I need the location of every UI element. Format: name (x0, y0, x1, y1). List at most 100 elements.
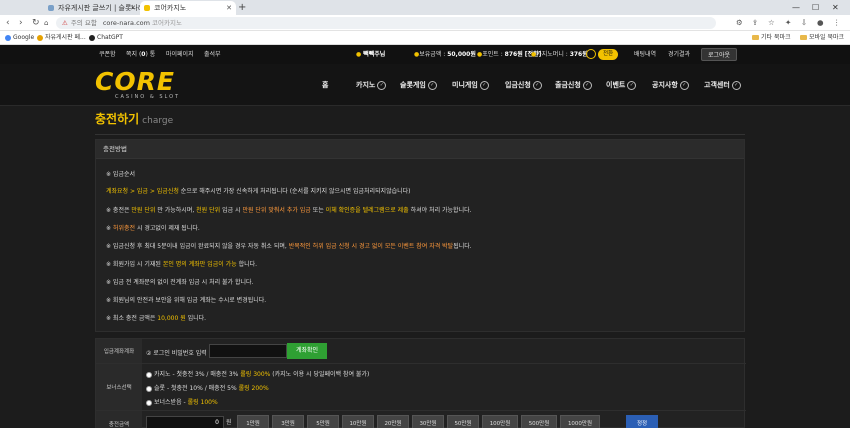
bonus-row: 보너스선택 카지노 - 첫충전 3% / 매충전 3% 롤링 300% (카지노… (96, 364, 746, 411)
profile-icon[interactable]: ● (817, 17, 824, 29)
check-account-button[interactable]: 계좌확인 (287, 343, 327, 359)
chevron-down-icon: ✓ (377, 80, 387, 90)
new-tab-icon[interactable]: + (238, 0, 246, 15)
chevron-down-icon: ✓ (427, 80, 437, 90)
message-link[interactable]: 쪽지 (0) 통 (126, 45, 155, 64)
folder-icon (800, 35, 807, 40)
home-icon[interactable]: ⌂ (44, 16, 48, 30)
chevron-down-icon: ✓ (731, 80, 741, 90)
bookmark-folder[interactable]: 모바일 북마크 (800, 31, 844, 45)
translate-icon[interactable]: ⚙ (736, 17, 743, 29)
page-title: 충전하기 charge (95, 112, 174, 126)
menu-notice[interactable]: 공지사항 ✓ (652, 64, 689, 106)
divider (95, 134, 745, 135)
bonus-option-slot[interactable]: 슬롯 - 첫충전 10% / 매충전 5% 롤링 200% (146, 383, 269, 392)
menu-withdraw[interactable]: 출금신청 ✓ (555, 64, 592, 106)
coupon-link[interactable]: 쿠폰함 (99, 45, 116, 64)
extensions-icon[interactable]: ✦ (785, 17, 791, 29)
amount-input[interactable]: 0 (146, 416, 224, 428)
amount-row: 충전금액 0 원 1만원 3만원 5만원 10만원 20만원 30만원 50만원… (96, 411, 746, 428)
amount-button-1m[interactable]: 100만원 (482, 415, 518, 428)
folder-icon (752, 35, 759, 40)
site-logo[interactable]: CORE CASINO & SLOT (95, 69, 180, 100)
url-input[interactable]: ⚠ 주의 요함 core-nara.com 코어카지노 (56, 17, 716, 29)
chevron-down-icon: ✓ (679, 80, 689, 90)
account-label: 입금계좌계좌 (96, 339, 142, 363)
bonus-option-none[interactable]: 보너스받음 - 롤링 100% (146, 397, 218, 406)
info-line: ※ 회원가입 시 기재된 본인 명의 계좌만 입금이 가능 합니다. (106, 261, 258, 268)
password-input[interactable] (209, 344, 287, 358)
amount-button-100k[interactable]: 10만원 (342, 415, 374, 428)
user-icon: ● (356, 51, 362, 58)
menu-casino[interactable]: 카지노 ✓ (356, 64, 387, 106)
menu-slot[interactable]: 슬롯게임 ✓ (400, 64, 437, 106)
bonus-option-casino[interactable]: 카지노 - 첫충전 3% / 매충전 3% 롤링 300% (카지노 이용 시 … (146, 369, 369, 378)
bookmark-item[interactable]: 자유게시판 페... (36, 31, 86, 45)
site-top-bar: 쿠폰함 쪽지 (0) 통 마이페이지 출석부 ● 빽빽주님 ●보유금액 : 50… (0, 45, 850, 64)
refresh-icon[interactable] (586, 49, 596, 59)
close-tab-icon[interactable]: ✕ (226, 1, 232, 15)
amount-button-10k[interactable]: 1만원 (237, 415, 269, 428)
bookmark-folder[interactable]: 기타 북마크 (752, 31, 791, 45)
menu-home[interactable]: 홈 (322, 64, 328, 106)
radio-button[interactable] (146, 371, 152, 378)
user-name: ● 빽빽주님 (356, 51, 386, 58)
back-icon[interactable]: ‹ (6, 16, 10, 30)
info-line: ※ 최소 충전 금액은 10,000 원 입니다. (106, 315, 207, 322)
amount-button-200k[interactable]: 20만원 (377, 415, 409, 428)
panel-header: 충전방법 (96, 140, 744, 159)
share-icon[interactable]: ⇪ (752, 17, 758, 29)
password-prompt: ② 로그인 비밀번호 입력 (146, 350, 207, 357)
browser-tab[interactable]: 자유게시판 글쓰기 | 슬롯나라 ✕ (44, 1, 140, 15)
forward-icon[interactable]: › (19, 16, 23, 30)
convert-button[interactable]: 전환 (598, 49, 619, 60)
logout-button[interactable]: 로그아웃 (701, 48, 738, 61)
site-header: CORE CASINO & SLOT 홈 카지노 ✓ 슬롯게임 ✓ 미니게임 ✓ 입금… (0, 64, 850, 106)
favicon-icon (48, 5, 54, 11)
menu-deposit[interactable]: 입금신청 ✓ (505, 64, 542, 106)
amount-button-500k[interactable]: 50만원 (447, 415, 479, 428)
close-window-icon[interactable]: ✕ (832, 0, 839, 15)
reload-icon[interactable]: ↻ (32, 16, 40, 30)
mypage-link[interactable]: 마이페이지 (166, 45, 194, 64)
amount-button-5m[interactable]: 500만원 (521, 415, 557, 428)
address-bar: ‹ › ↻ ⌂ ⚠ 주의 요함 core-nara.com 코어카지노 ⚙ ⇪ ☆ … (0, 15, 850, 31)
bookmarks-bar: Google 자유게시판 페... ChatGPT 기타 북마크 모바일 북마크 (0, 31, 850, 45)
game-results-link[interactable]: 경기결과 (668, 45, 690, 64)
info-line: ※ 충전은 만원 단위 만 가능하시며, 천원 단위 입금 시 만원 단위 맞춰… (106, 207, 472, 214)
warning-icon: ⚠ (62, 19, 68, 27)
favicon-icon (144, 5, 150, 11)
attendance-link[interactable]: 출석부 (204, 45, 221, 64)
more-icon[interactable]: ⋮ (833, 17, 841, 29)
account-row: 입금계좌계좌 ② 로그인 비밀번호 입력 계좌확인 (96, 339, 746, 364)
minimize-icon[interactable]: — (792, 0, 800, 15)
bookmark-item[interactable]: Google (4, 31, 34, 45)
reset-amount-button[interactable]: 정정 (626, 415, 658, 428)
google-icon (5, 35, 11, 41)
radio-button[interactable] (146, 399, 152, 406)
menu-minigame[interactable]: 미니게임 ✓ (452, 64, 489, 106)
bet-history-link[interactable]: 배팅내역 (634, 45, 656, 64)
menu-event[interactable]: 이벤트 ✓ (606, 64, 637, 106)
download-icon[interactable]: ⇩ (801, 17, 807, 29)
browser-tab-active[interactable]: 코어카지노 ✕ (140, 1, 236, 15)
radio-button[interactable] (146, 385, 152, 392)
menu-support[interactable]: 고객센터 ✓ (704, 64, 741, 106)
amount-label: 충전금액 (96, 411, 142, 428)
amount-button-300k[interactable]: 30만원 (412, 415, 444, 428)
balance: ●보유금액 : 50,000원 (414, 51, 476, 58)
close-tab-icon[interactable]: ✕ (130, 1, 136, 15)
amount-button-50k[interactable]: 5만원 (307, 415, 339, 428)
amount-button-10m[interactable]: 1000만원 (560, 415, 600, 428)
amount-button-30k[interactable]: 3만원 (272, 415, 304, 428)
chevron-down-icon: ✓ (479, 80, 489, 90)
bookmark-star-icon[interactable]: ☆ (768, 17, 775, 29)
info-line: ※ 회원님의 안전과 보안을 위해 입금 계좌는 수시로 변경됩니다. (106, 297, 267, 304)
charge-info-panel: 충전방법 ※ 입금순서 계좌요청 > 입금 > 입금신청 순으로 해주시면 가장… (95, 139, 745, 332)
info-line: 계좌요청 > 입금 > 입금신청 순으로 해주시면 가장 신속하게 처리됩니다 … (106, 188, 411, 195)
chevron-down-icon: ✓ (532, 80, 542, 90)
maximize-icon[interactable]: ☐ (812, 0, 819, 15)
bookmark-item[interactable]: ChatGPT (88, 31, 123, 45)
info-line: ※ 입금 전 계좌문의 없이 전계좌 입금 시 처리 불가 합니다. (106, 279, 254, 286)
info-line: ※ 입금신청 후 최대 5분이내 입금이 완료되지 않을 경우 자동 취소 되며… (106, 243, 472, 250)
